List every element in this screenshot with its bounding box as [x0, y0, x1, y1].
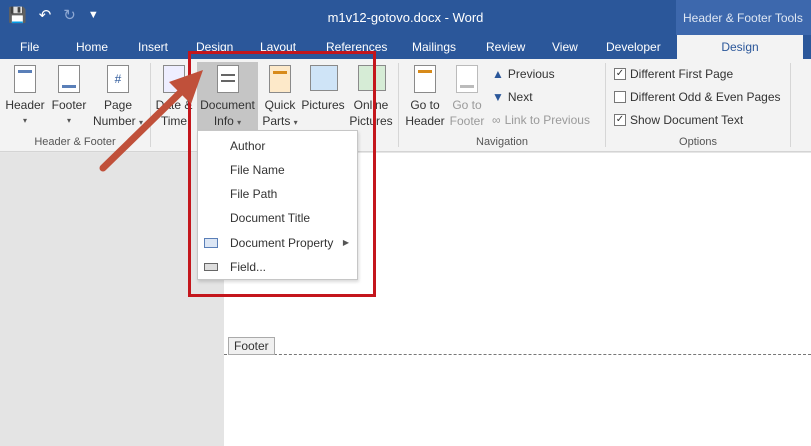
tab-hf-design[interactable]: Design — [677, 35, 803, 59]
checkbox-icon — [614, 91, 626, 103]
previous-button[interactable]: ▲ Previous — [492, 67, 555, 81]
link-to-previous-button[interactable]: ∞ Link to Previous — [492, 113, 590, 127]
tab-file[interactable]: File — [20, 40, 39, 54]
group-label-navigation: Navigation — [476, 136, 528, 148]
go-to-header-icon — [412, 65, 438, 95]
ribbon-tab-bar: File Home Insert Design Layout Reference… — [0, 35, 811, 59]
tab-developer[interactable]: Developer — [606, 40, 661, 54]
go-to-footer-icon — [454, 65, 480, 95]
next-button[interactable]: ▼ Next — [492, 90, 533, 104]
previous-icon: ▲ — [492, 67, 504, 81]
undo-icon[interactable]: ↶ — [39, 6, 52, 24]
annotation-highlight-box — [188, 51, 376, 297]
link-icon: ∞ — [492, 113, 501, 127]
different-odd-even-checkbox[interactable]: Different Odd & Even Pages — [614, 90, 781, 104]
customize-icon[interactable]: ▼ — [88, 9, 99, 21]
footer-boundary — [224, 354, 811, 355]
tab-mailings[interactable]: Mailings — [412, 40, 456, 54]
header-icon — [12, 65, 38, 95]
tab-insert[interactable]: Insert — [138, 40, 168, 54]
checkbox-icon: ✓ — [614, 114, 626, 126]
checkbox-icon: ✓ — [614, 68, 626, 80]
footer-icon — [56, 65, 82, 95]
redo-icon[interactable]: ↻ — [63, 6, 76, 24]
quick-access-toolbar: 💾 ↶ ↻ ▼ — [8, 6, 99, 24]
title-bar: 💾 ↶ ↻ ▼ m1v12-gotovo.docx - Word Header … — [0, 0, 811, 35]
footer-button[interactable]: Footer ▾ — [48, 65, 90, 129]
next-icon: ▼ — [492, 90, 504, 104]
go-to-footer-button[interactable]: Go to Footer — [446, 65, 488, 129]
go-to-header-button[interactable]: Go to Header — [402, 65, 448, 129]
different-first-page-checkbox[interactable]: ✓ Different First Page — [614, 67, 733, 81]
save-icon[interactable]: 💾 — [8, 6, 27, 24]
annotation-arrow-icon — [99, 70, 203, 172]
tab-review[interactable]: Review — [486, 40, 525, 54]
header-button[interactable]: Header ▾ — [4, 65, 46, 129]
footer-tag: Footer — [228, 337, 275, 355]
tab-view[interactable]: View — [552, 40, 578, 54]
show-document-text-checkbox[interactable]: ✓ Show Document Text — [614, 113, 743, 127]
tab-home[interactable]: Home — [76, 40, 108, 54]
group-label-options: Options — [679, 136, 717, 148]
context-tab-title: Header & Footer Tools — [676, 0, 811, 35]
